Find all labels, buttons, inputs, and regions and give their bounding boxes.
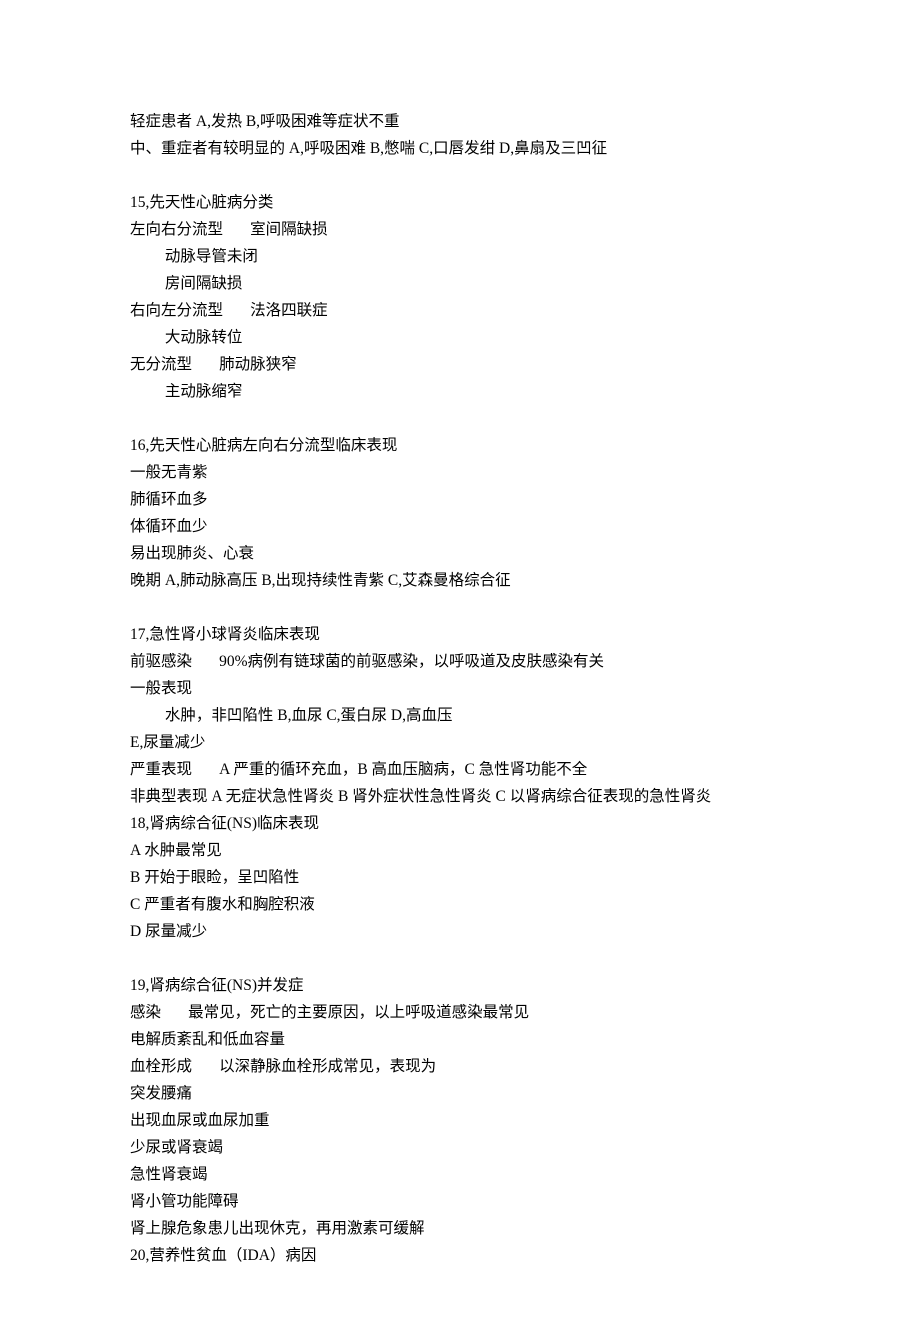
blank-line (130, 945, 790, 972)
text-line: 无分流型 肺动脉狭窄 (130, 351, 790, 378)
text-line: 一般无青紫 (130, 459, 790, 486)
blank-line (130, 162, 790, 189)
text-line: 血栓形成 以深静脉血栓形成常见，表现为 (130, 1053, 790, 1080)
text-line: 肾小管功能障碍 (130, 1188, 790, 1215)
text-line: 中、重症者有较明显的 A,呼吸困难 B,憋喘 C,口唇发绀 D,鼻扇及三凹征 (130, 135, 790, 162)
blank-line (130, 594, 790, 621)
text-line: E,尿量减少 (130, 729, 790, 756)
text-line: 轻症患者 A,发热 B,呼吸困难等症状不重 (130, 108, 790, 135)
text-line: 17,急性肾小球肾炎临床表现 (130, 621, 790, 648)
text-line: 一般表现 (130, 675, 790, 702)
text-line: 肾上腺危象患儿出现休克，再用激素可缓解 (130, 1215, 790, 1242)
text-line: B 开始于眼睑，呈凹陷性 (130, 864, 790, 891)
blank-line (130, 405, 790, 432)
text-line: 19,肾病综合征(NS)并发症 (130, 972, 790, 999)
text-line: 水肿，非凹陷性 B,血尿 C,蛋白尿 D,高血压 (130, 702, 790, 729)
text-line: D 尿量减少 (130, 918, 790, 945)
text-line: 右向左分流型 法洛四联症 (130, 297, 790, 324)
text-line: 大动脉转位 (130, 324, 790, 351)
text-line: 体循环血少 (130, 513, 790, 540)
text-line: 15,先天性心脏病分类 (130, 189, 790, 216)
text-line: 左向右分流型 室间隔缺损 (130, 216, 790, 243)
text-line: 非典型表现 A 无症状急性肾炎 B 肾外症状性急性肾炎 C 以肾病综合征表现的急… (130, 783, 790, 810)
text-line: 感染 最常见，死亡的主要原因，以上呼吸道感染最常见 (130, 999, 790, 1026)
text-line: 18,肾病综合征(NS)临床表现 (130, 810, 790, 837)
text-line: 肺循环血多 (130, 486, 790, 513)
text-line: 20,营养性贫血（IDA）病因 (130, 1242, 790, 1269)
text-line: 少尿或肾衰竭 (130, 1134, 790, 1161)
text-line: 主动脉缩窄 (130, 378, 790, 405)
text-line: 晚期 A,肺动脉高压 B,出现持续性青紫 C,艾森曼格综合征 (130, 567, 790, 594)
text-line: 出现血尿或血尿加重 (130, 1107, 790, 1134)
text-line: 电解质紊乱和低血容量 (130, 1026, 790, 1053)
text-line: C 严重者有腹水和胸腔积液 (130, 891, 790, 918)
text-line: 16,先天性心脏病左向右分流型临床表现 (130, 432, 790, 459)
text-line: 动脉导管未闭 (130, 243, 790, 270)
text-line: A 水肿最常见 (130, 837, 790, 864)
document-page: 轻症患者 A,发热 B,呼吸困难等症状不重中、重症者有较明显的 A,呼吸困难 B… (0, 0, 920, 1329)
text-line: 急性肾衰竭 (130, 1161, 790, 1188)
text-line: 前驱感染 90%病例有链球菌的前驱感染，以呼吸道及皮肤感染有关 (130, 648, 790, 675)
document-body: 轻症患者 A,发热 B,呼吸困难等症状不重中、重症者有较明显的 A,呼吸困难 B… (130, 108, 790, 1269)
text-line: 易出现肺炎、心衰 (130, 540, 790, 567)
text-line: 严重表现 A 严重的循环充血，B 高血压脑病，C 急性肾功能不全 (130, 756, 790, 783)
text-line: 房间隔缺损 (130, 270, 790, 297)
text-line: 突发腰痛 (130, 1080, 790, 1107)
